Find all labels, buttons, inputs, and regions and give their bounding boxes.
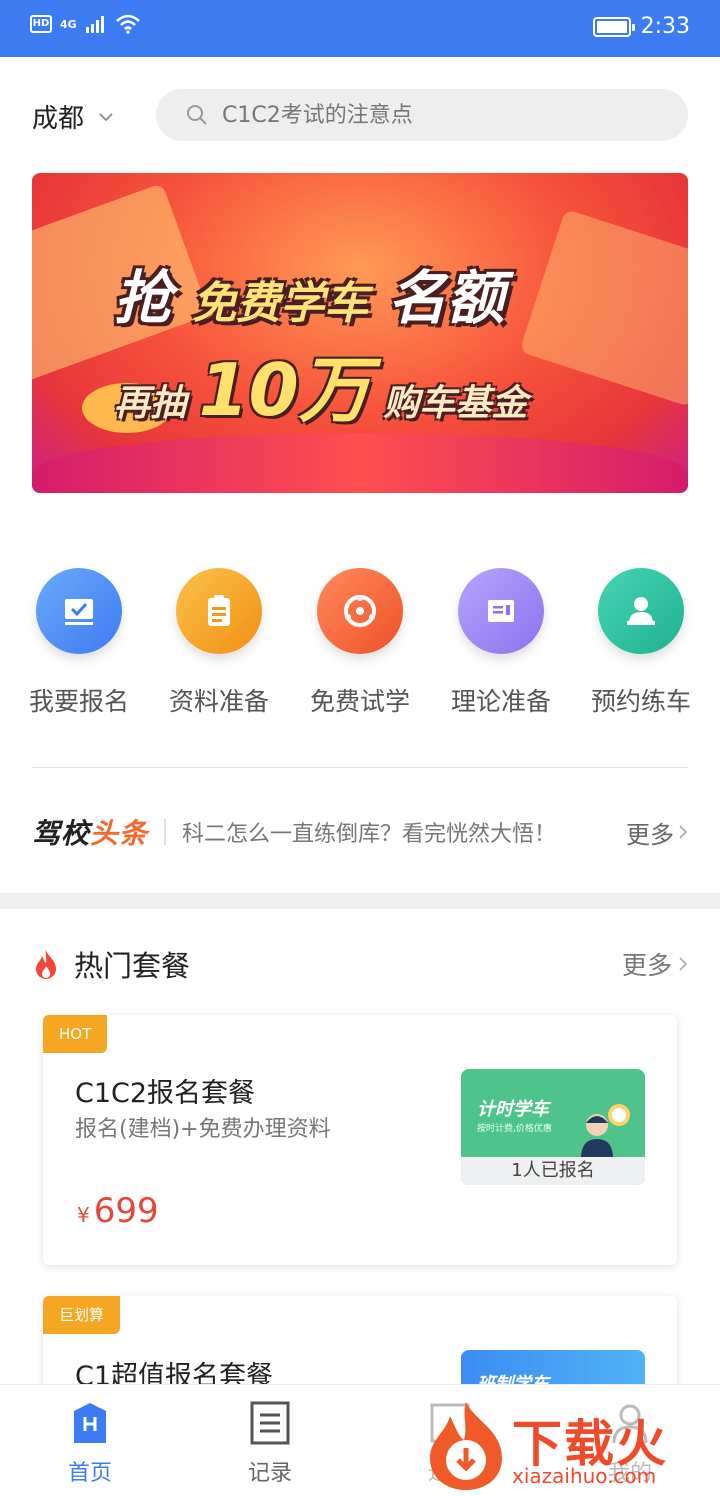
search-input[interactable] — [222, 102, 642, 128]
quick-entry-theory[interactable]: 理论准备 — [431, 568, 571, 718]
banner-decoration — [519, 208, 688, 408]
banner-text: 抢 — [114, 264, 173, 332]
status-right: 2:33 — [592, 14, 690, 39]
divider — [32, 767, 688, 768]
banner-text: 免费学车 — [192, 278, 369, 329]
thumbnail-title: 计时学车 — [477, 1099, 549, 1120]
banner-text: 购车基金 — [383, 383, 528, 424]
promo-banner[interactable]: 抢 免费学车 名额 再抽 10万 购车基金 — [32, 173, 688, 493]
watermark: 下载火 xiazaihuo.com — [420, 1396, 720, 1496]
status-left: HD 4G — [30, 14, 141, 34]
more-label: 更多 — [621, 951, 672, 980]
thumbnail-subtitle: 按时计费,价格优惠 — [477, 1124, 552, 1134]
headline-separator — [164, 819, 167, 845]
quick-entry-label: 我要报名 — [28, 687, 129, 716]
quick-entry-grid: 我要报名 资料准备 免费试学 理论准备 预约练车 — [0, 568, 720, 728]
quick-entry-trial[interactable]: 免费试学 — [290, 568, 430, 718]
price-value: 699 — [93, 1191, 159, 1231]
search-icon — [187, 105, 207, 125]
city-selector[interactable]: 成都 — [32, 98, 114, 135]
banner-base — [32, 433, 688, 493]
registration-icon — [36, 568, 122, 654]
home-icon — [74, 1403, 106, 1443]
quick-entry-materials[interactable]: 资料准备 — [149, 568, 289, 718]
package-description: 报名(建档)+免费办理资料 — [75, 1117, 331, 1142]
search-bar[interactable] — [156, 89, 688, 141]
record-icon — [250, 1401, 290, 1445]
chevron-right-icon — [679, 825, 688, 839]
chevron-down-icon — [99, 112, 113, 121]
quick-entry-label: 免费试学 — [309, 687, 410, 716]
hot-packages-header: 热门套餐 更多 — [32, 942, 688, 986]
flame-icon — [36, 950, 56, 979]
enrolled-count: 1人已报名 — [461, 1157, 645, 1185]
quick-entry-booking[interactable]: 预约练车 — [571, 568, 711, 718]
driver-illustration — [581, 1104, 630, 1159]
quick-entry-label: 预约练车 — [590, 687, 691, 716]
package-price: ¥699 — [77, 1191, 159, 1231]
section-title: 热门套餐 — [74, 949, 191, 983]
wifi-icon — [115, 14, 140, 34]
steering-wheel-icon — [317, 568, 403, 654]
package-card[interactable]: HOT C1C2报名套餐 报名(建档)+免费办理资料 ¥699 计时学车 按时计… — [43, 1015, 677, 1265]
package-tag: 巨划算 — [43, 1296, 121, 1334]
banner-headline-2: 再抽 10万 购车基金 — [114, 331, 527, 436]
quick-entry-register[interactable]: 我要报名 — [9, 568, 149, 718]
package-name: C1C2报名套餐 — [75, 1078, 256, 1109]
network-label: 4G — [60, 17, 77, 31]
package-tag: HOT — [43, 1015, 108, 1053]
school-headline[interactable]: 驾校头条 科二怎么一直练倒库？看完恍然大悟！ 更多 — [32, 810, 688, 854]
headline-brand-accent: 头条 — [90, 817, 149, 850]
tab-home[interactable]: 首页 — [30, 1401, 150, 1487]
package-thumbnail: 计时学车 按时计费,价格优惠 1人已报名 — [461, 1069, 645, 1185]
city-label: 成都 — [32, 104, 85, 134]
clock: 2:33 — [640, 14, 690, 39]
hd-badge: HD — [30, 15, 52, 33]
banner-text: 名额 — [388, 264, 505, 332]
instructor-icon — [598, 568, 684, 654]
banner-text: 再抽 — [114, 383, 187, 424]
headline-brand-part: 驾校 — [32, 817, 91, 850]
quick-entry-label: 资料准备 — [168, 687, 269, 716]
headline-text[interactable]: 科二怎么一直练倒库？看完恍然大悟！ — [182, 816, 626, 848]
battery-icon — [592, 16, 635, 37]
book-icon — [458, 568, 544, 654]
banner-text: 10万 — [198, 348, 371, 432]
headline-more-link[interactable]: 更多 — [626, 815, 688, 850]
currency-symbol: ¥ — [77, 1203, 90, 1227]
chevron-right-icon — [679, 957, 688, 971]
headline-brand: 驾校头条 — [32, 812, 148, 852]
section-gap — [0, 893, 720, 909]
more-label: 更多 — [626, 820, 674, 849]
tab-label: 首页 — [67, 1461, 112, 1486]
clipboard-icon — [176, 568, 262, 654]
tab-records[interactable]: 记录 — [210, 1401, 330, 1487]
flame-logo-icon — [430, 1402, 502, 1490]
hot-packages-more-link[interactable]: 更多 — [622, 946, 688, 982]
quick-entry-label: 理论准备 — [450, 687, 551, 716]
banner-headline-1: 抢 免费学车 名额 — [114, 251, 504, 335]
tab-label: 记录 — [247, 1461, 292, 1486]
status-bar: HD 4G 2:33 — [0, 0, 720, 57]
signal-icon — [85, 16, 104, 33]
watermark-url: xiazaihuo.com — [512, 1464, 657, 1488]
